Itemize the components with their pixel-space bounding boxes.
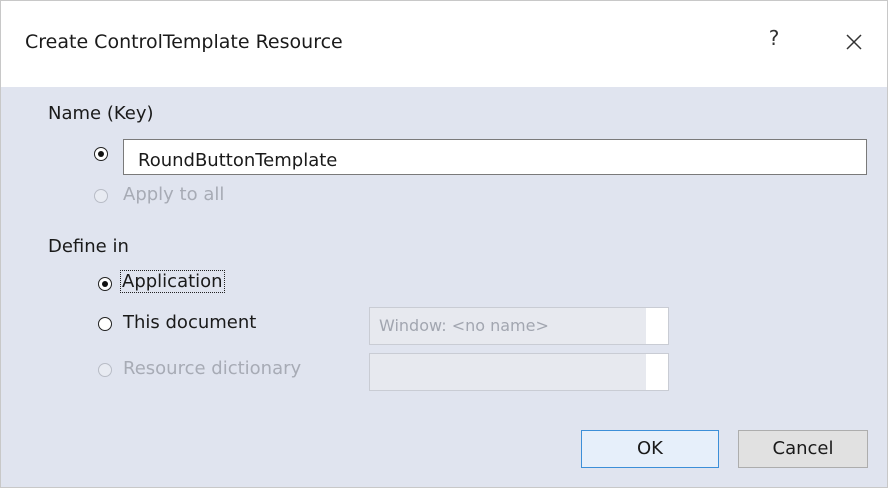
help-button[interactable]: ? — [763, 26, 785, 56]
apply-to-all-radio[interactable] — [94, 189, 108, 203]
resource-dictionary-label: Resource dictionary — [123, 358, 302, 379]
this-document-radio[interactable] — [98, 317, 112, 331]
resource-dictionary-radio[interactable] — [98, 363, 112, 377]
combo-dropdown-cell[interactable] — [646, 354, 668, 390]
application-label[interactable]: Application — [120, 270, 225, 293]
name-key-label: Name (Key) — [48, 103, 154, 124]
key-radio[interactable] — [94, 147, 108, 161]
this-document-combo-value: Window: <no name> — [379, 316, 549, 335]
apply-to-all-label: Apply to all — [123, 184, 225, 205]
ok-button[interactable]: OK — [581, 430, 719, 468]
create-controltemplate-resource-dialog: Create ControlTemplate Resource ? Name (… — [0, 0, 888, 488]
resource-key-input[interactable] — [123, 139, 867, 175]
combo-dropdown-cell[interactable] — [646, 308, 668, 344]
resource-dictionary-combo[interactable] — [369, 353, 669, 391]
define-in-label: Define in — [48, 236, 129, 257]
cancel-button[interactable]: Cancel — [738, 430, 868, 468]
dialog-title: Create ControlTemplate Resource — [25, 31, 343, 53]
this-document-combo[interactable]: Window: <no name> — [369, 307, 669, 345]
this-document-label[interactable]: This document — [123, 312, 256, 333]
close-button[interactable] — [839, 27, 869, 57]
close-icon — [846, 34, 862, 50]
title-bar: Create ControlTemplate Resource ? — [1, 1, 887, 87]
application-radio[interactable] — [98, 277, 112, 291]
